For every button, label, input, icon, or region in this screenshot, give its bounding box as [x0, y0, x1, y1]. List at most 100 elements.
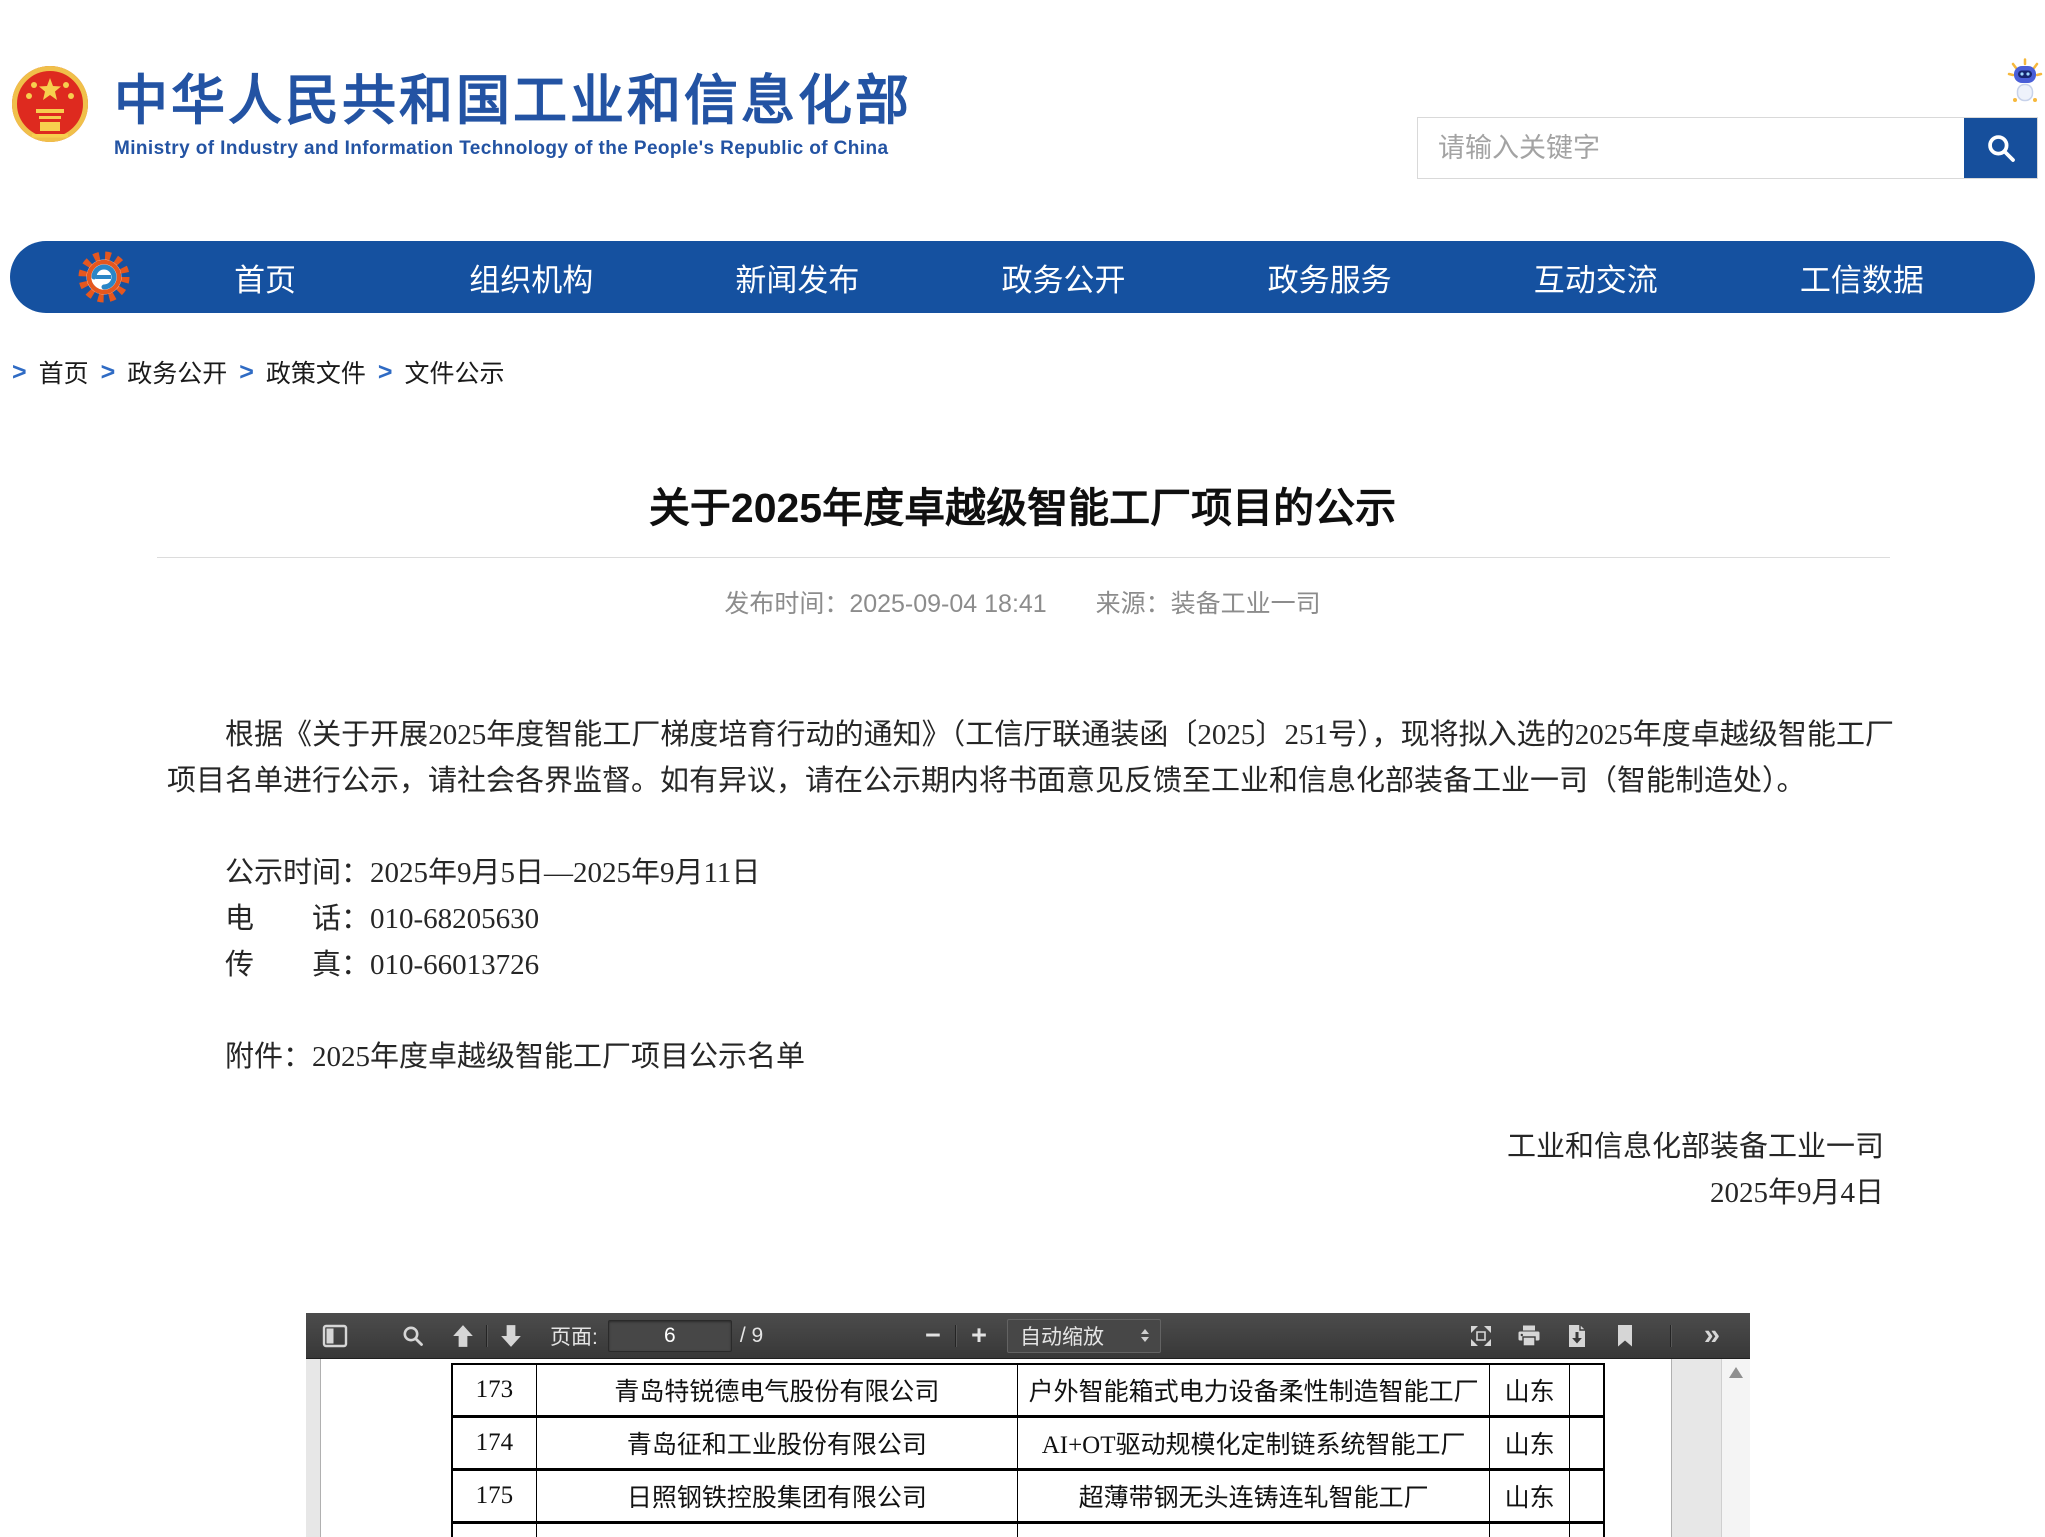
main-nav: 首页 组织机构 新闻发布 政务公开 政务服务 互动交流 工信数据 [10, 241, 2035, 313]
page-number-input[interactable] [608, 1320, 732, 1352]
article-paragraph: 根据《关于开展2025年度智能工厂梯度培育行动的通知》（工信厅联通装函〔2025… [167, 712, 1894, 804]
breadcrumb-separator: > [101, 358, 116, 387]
page-label: 页面: [550, 1321, 598, 1351]
zoom-in-button[interactable]: + [967, 1320, 991, 1351]
signature-org: 工业和信息化部装备工业一司 [167, 1124, 1884, 1170]
page-title: 关于2025年度卓越级智能工厂项目的公示 [0, 474, 2045, 534]
cell-province: 山东 [1490, 1471, 1570, 1521]
national-emblem-logo [10, 62, 90, 154]
site-title-cn: 中华人民共和国工业和信息化部 [114, 72, 912, 130]
zoom-scale-value: 自动缩放 [1020, 1321, 1104, 1351]
article-source: 来源：装备工业一司 [1096, 590, 1321, 618]
cell-project: 超薄带钢无头连铸连轧智能工厂 [1018, 1471, 1490, 1521]
breadcrumb-link[interactable]: 文件公示 [404, 354, 504, 390]
find-icon[interactable] [400, 1324, 426, 1348]
cell-province: 山东 [1490, 1418, 1570, 1468]
table-row: 174 青岛征和工业股份有限公司 AI+OT驱动规模化定制链系统智能工厂 山东 [453, 1418, 1605, 1471]
cell-empty [1570, 1365, 1605, 1415]
article-info-line: 传 真：010-66013726 [225, 942, 1894, 988]
page-root: 中华人民共和国工业和信息化部 Ministry of Industry and … [0, 0, 2045, 1537]
site-title-en: Ministry of Industry and Information Tec… [114, 138, 912, 160]
cell-empty [1570, 1471, 1605, 1521]
cell-number: 173 [453, 1365, 537, 1415]
toolbar-separator [486, 1325, 488, 1347]
page-total: / 9 [740, 1324, 763, 1348]
print-icon[interactable] [1516, 1324, 1542, 1348]
cell-number: 174 [453, 1418, 537, 1468]
breadcrumb-item: > 首页 [0, 354, 89, 390]
search-box [1417, 117, 2038, 179]
attachment-line: 附件：2025年度卓越级智能工厂项目公示名单 [167, 1034, 1894, 1080]
nav-item[interactable]: 政务服务 [1197, 255, 1463, 300]
breadcrumb-link[interactable]: 政策文件 [266, 354, 366, 390]
breadcrumb-separator: > [239, 358, 254, 387]
bookmark-icon[interactable] [1612, 1324, 1638, 1348]
cell-company: 青岛特锐德电气股份有限公司 [537, 1365, 1018, 1415]
signature-block: 工业和信息化部装备工业一司 2025年9月4日 [167, 1124, 1894, 1216]
site-title: 中华人民共和国工业和信息化部 Ministry of Industry and … [114, 72, 912, 160]
breadcrumb-separator: > [378, 358, 393, 387]
table-row: 173 青岛特锐德电气股份有限公司 户外智能箱式电力设备柔性制造智能工厂 山东 [453, 1365, 1605, 1418]
cell-project: AI+OT驱动规模化定制链系统智能工厂 [1018, 1418, 1490, 1468]
search-button[interactable] [1964, 118, 2037, 178]
nav-items: 首页 组织机构 新闻发布 政务公开 政务服务 互动交流 工信数据 [132, 255, 1995, 300]
breadcrumb-link[interactable]: 政务公开 [127, 354, 227, 390]
article-meta: 发布时间：2025-09-04 18:41 来源：装备工业一司 [0, 584, 2045, 620]
more-tools-button[interactable]: » [1704, 1319, 1720, 1352]
pdf-toolbar-left: 页面: / 9 [322, 1313, 763, 1358]
pdf-table: 173 青岛特锐德电气股份有限公司 户外智能箱式电力设备柔性制造智能工厂 山东 … [451, 1363, 1605, 1537]
article-body: 根据《关于开展2025年度智能工厂梯度培育行动的通知》（工信厅联通装函〔2025… [167, 712, 1894, 1216]
toolbar-separator [1670, 1325, 1672, 1347]
cell-company: 日照钢铁控股集团有限公司 [537, 1471, 1018, 1521]
sidebar-toggle-icon[interactable] [322, 1324, 348, 1348]
article-info-lines: 公示时间：2025年9月5日—2025年9月11日 电 话：010-682056… [167, 850, 1894, 988]
search-icon [1985, 132, 2017, 164]
article-info-line: 电 话：010-68205630 [225, 896, 1894, 942]
page-down-icon[interactable] [498, 1324, 524, 1348]
pdf-page: 173 青岛特锐德电气股份有限公司 户外智能箱式电力设备柔性制造智能工厂 山东 … [320, 1359, 1672, 1537]
title-divider [157, 557, 1890, 558]
scroll-up-icon[interactable] [1729, 1367, 1743, 1378]
cell-company: 青岛征和工业股份有限公司 [537, 1418, 1018, 1468]
breadcrumb-separator: > [12, 358, 27, 387]
zoom-scale-select[interactable]: 自动缩放 [1007, 1319, 1161, 1353]
cell-number: 176 [453, 1524, 537, 1537]
signature-date: 2025年9月4日 [167, 1170, 1884, 1216]
zoom-out-button[interactable]: − [921, 1320, 945, 1351]
pdf-scrollbar[interactable] [1721, 1359, 1750, 1537]
cell-number: 175 [453, 1471, 537, 1521]
cell-company: 万华化学集团股份有限公司 [537, 1524, 1018, 1537]
nav-item[interactable]: 互动交流 [1463, 255, 1729, 300]
breadcrumb: > 首页 > 政务公开 > 政策文件 > 文件公示 [0, 354, 505, 390]
nav-item[interactable]: 政务公开 [930, 255, 1196, 300]
nav-item[interactable]: 组织机构 [398, 255, 664, 300]
table-row: 176 万华化学集团股份有限公司 数字化驱动绿色化工智能工厂 山东 [453, 1524, 1605, 1537]
breadcrumb-link[interactable]: 首页 [39, 354, 89, 390]
pdf-content-area: 173 青岛特锐德电气股份有限公司 户外智能箱式电力设备柔性制造智能工厂 山东 … [306, 1359, 1750, 1537]
pdf-toolbar-zoom: − + 自动缩放 [921, 1313, 1161, 1358]
pdf-toolbar-right: » [1468, 1313, 1720, 1358]
nav-item[interactable]: 新闻发布 [664, 255, 930, 300]
cell-project: 数字化驱动绿色化工智能工厂 [1018, 1524, 1490, 1537]
miit-gear-logo-icon [76, 249, 132, 305]
cell-province: 山东 [1490, 1365, 1570, 1415]
nav-item[interactable]: 首页 [132, 255, 398, 300]
breadcrumb-item: > 政务公开 [89, 354, 228, 390]
download-icon[interactable] [1564, 1324, 1590, 1348]
publish-time: 发布时间：2025-09-04 18:41 [724, 590, 1046, 618]
presentation-mode-icon[interactable] [1468, 1324, 1494, 1348]
breadcrumb-item: > 政策文件 [227, 354, 366, 390]
breadcrumb-item: > 文件公示 [366, 354, 505, 390]
page-up-icon[interactable] [450, 1324, 476, 1348]
header-utilities [2005, 58, 2035, 104]
pdf-toolbar: 页面: / 9 − + 自动缩放 [306, 1313, 1750, 1359]
nav-item[interactable]: 工信数据 [1729, 255, 1995, 300]
article-info-line: 公示时间：2025年9月5日—2025年9月11日 [225, 850, 1894, 896]
cell-project: 户外智能箱式电力设备柔性制造智能工厂 [1018, 1365, 1490, 1415]
assistant-robot-icon [2005, 58, 2045, 104]
cell-empty [1570, 1418, 1605, 1468]
cell-empty [1570, 1524, 1605, 1537]
pdf-viewer: 页面: / 9 − + 自动缩放 [306, 1313, 1750, 1537]
toolbar-separator [955, 1325, 957, 1347]
search-input[interactable] [1418, 118, 1964, 178]
